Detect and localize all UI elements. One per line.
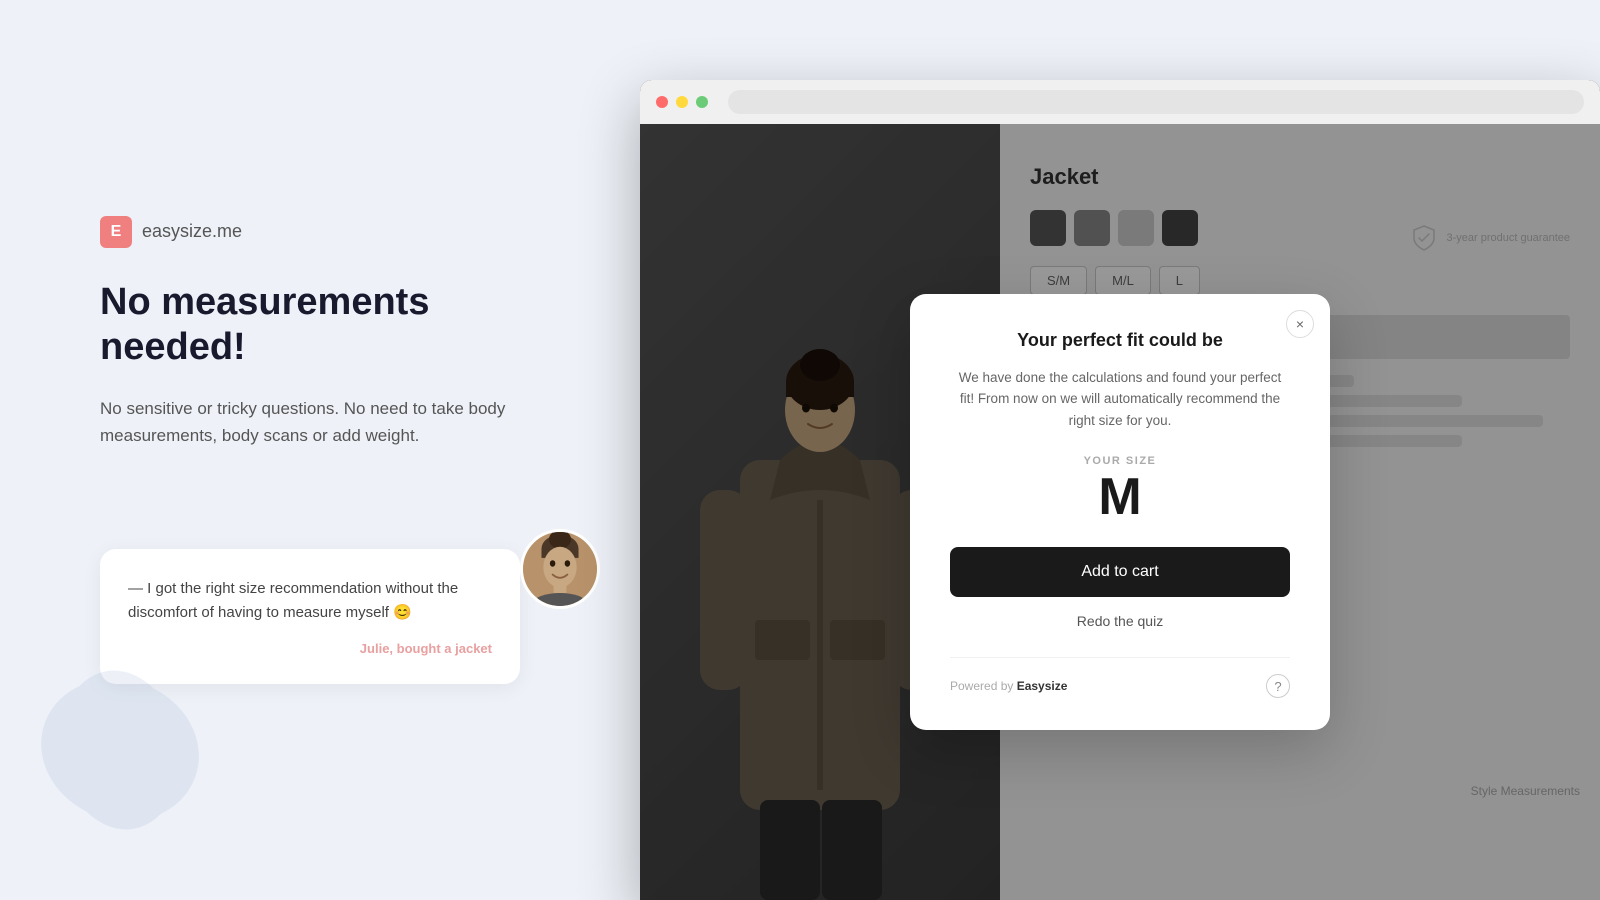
- modal-close-button[interactable]: ×: [1286, 310, 1314, 338]
- brand-name: easysize.me: [142, 221, 242, 242]
- brand-icon: E: [100, 216, 132, 248]
- help-button[interactable]: ?: [1266, 674, 1290, 698]
- avatar: [520, 529, 600, 609]
- browser-toolbar: [640, 80, 1600, 124]
- browser-address-bar[interactable]: [728, 90, 1584, 114]
- fit-recommendation-modal: × Your perfect fit could be We have done…: [910, 294, 1330, 731]
- testimonial-text: — I got the right size recommendation wi…: [128, 577, 492, 625]
- main-subtext: No sensitive or tricky questions. No nee…: [100, 395, 520, 449]
- right-panel: Jacket S/M M/L L: [640, 0, 1600, 900]
- testimonial-author: Julie, bought a jacket: [128, 641, 492, 656]
- modal-title: Your perfect fit could be: [950, 330, 1290, 351]
- browser-content: Jacket S/M M/L L: [640, 124, 1600, 900]
- main-headline: No measurements needed!: [100, 280, 580, 371]
- avatar-image: [523, 529, 597, 609]
- add-to-cart-button[interactable]: Add to cart: [950, 547, 1290, 597]
- browser-window: Jacket S/M M/L L: [640, 80, 1600, 900]
- brand-row: E easysize.me: [100, 216, 580, 248]
- browser-dot-green: [696, 96, 708, 108]
- your-size-label: YOUR SIZE: [950, 455, 1290, 467]
- powered-by-text: Powered by Easysize: [950, 679, 1067, 693]
- recommended-size: M: [950, 471, 1290, 523]
- modal-description: We have done the calculations and found …: [950, 367, 1290, 432]
- browser-dot-red: [656, 96, 668, 108]
- redo-quiz-button[interactable]: Redo the quiz: [950, 609, 1290, 633]
- modal-overlay: × Your perfect fit could be We have done…: [640, 124, 1600, 900]
- browser-dot-yellow: [676, 96, 688, 108]
- modal-footer: Powered by Easysize ?: [950, 657, 1290, 698]
- decorative-blob: [30, 660, 210, 840]
